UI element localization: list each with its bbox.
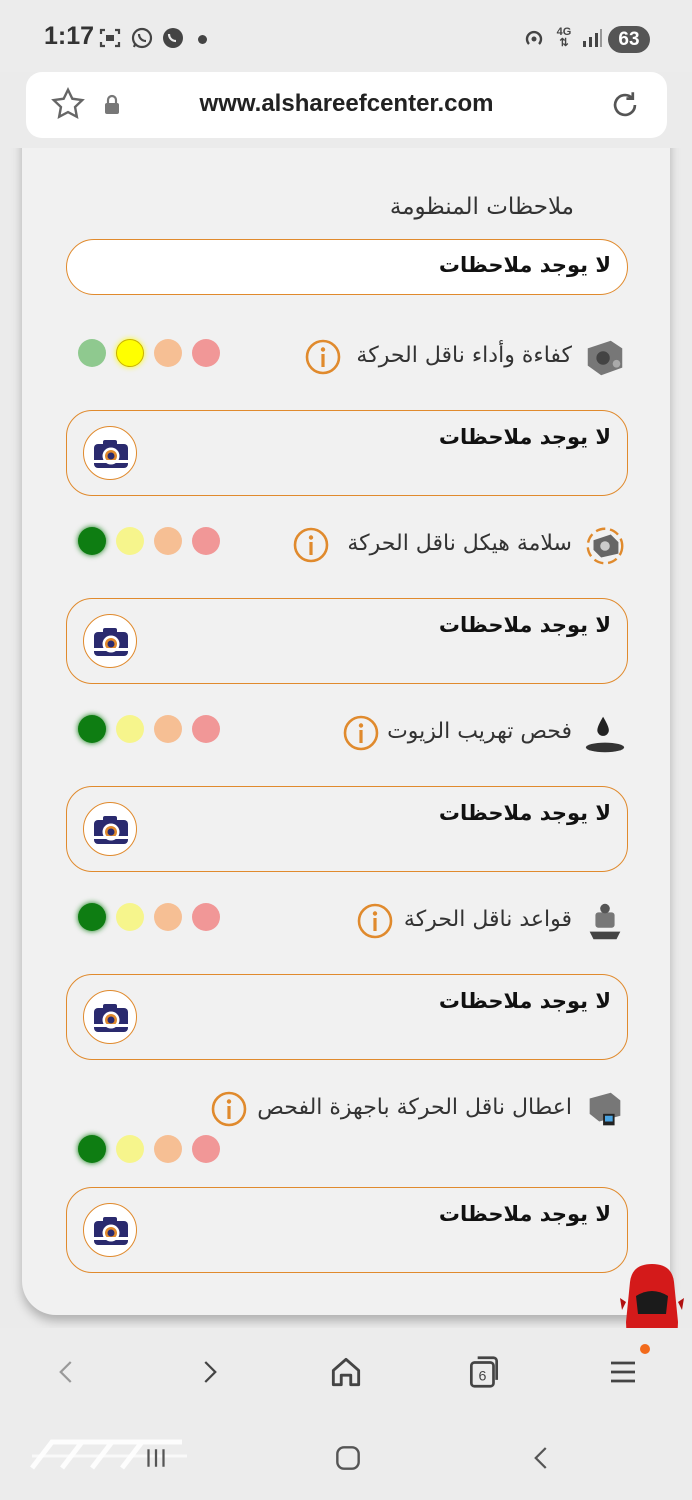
camera-icon[interactable]: [83, 426, 137, 480]
item-notes-field[interactable]: لا يوجد ملاحظات: [66, 974, 628, 1060]
item-notes-value: لا يوجد ملاحظات: [438, 613, 611, 637]
rating-light-yellow[interactable]: [116, 339, 144, 367]
inspection-item-row: كفاءة وأداء ناقل الحركة: [22, 335, 670, 385]
rating-lights: [78, 903, 228, 933]
rating-light-red[interactable]: [192, 903, 220, 931]
signal-icon: [580, 26, 604, 50]
info-circle-icon[interactable]: [304, 338, 342, 376]
screenshot-icon: [98, 26, 122, 50]
rating-light-yellow[interactable]: [116, 1135, 144, 1163]
info-circle-icon[interactable]: [342, 714, 380, 752]
inspection-item-label: سلامة هيكل ناقل الحركة: [347, 531, 572, 556]
network-type: 4G ⇅: [556, 26, 572, 49]
inspection-item-label: قواعد ناقل الحركة: [403, 907, 572, 932]
item-notes-value: لا يوجد ملاحظات: [438, 801, 611, 825]
menu-button[interactable]: [598, 1348, 648, 1396]
info-circle-icon[interactable]: [210, 1090, 248, 1128]
status-time: 1:17: [44, 22, 95, 50]
whatsapp-icon: [130, 26, 154, 50]
system-navigation-bar: [0, 1416, 692, 1500]
item-notes-field[interactable]: لا يوجد ملاحظات: [66, 598, 628, 684]
transmission-part-icon: [582, 899, 628, 945]
transmission-part-icon: [582, 523, 628, 569]
system-notes-title: ملاحظات المنظومة: [389, 194, 574, 220]
red-car-icon[interactable]: [620, 1262, 684, 1328]
system-notes-value: لا يوجد ملاحظات: [438, 253, 611, 277]
rating-light-red[interactable]: [192, 339, 220, 367]
menu-notification-dot: [640, 1344, 650, 1354]
rating-light-red[interactable]: [192, 527, 220, 555]
rating-light-green[interactable]: [78, 715, 106, 743]
forward-button[interactable]: [184, 1348, 234, 1396]
rating-lights: [78, 527, 228, 557]
back-button[interactable]: [42, 1348, 92, 1396]
rating-light-green[interactable]: [78, 903, 106, 931]
inspection-item-row: فحص تهريب الزيوت: [22, 711, 670, 761]
camera-icon[interactable]: [83, 802, 137, 856]
inspection-item-label: اعطال ناقل الحركة باجهزة الفحص: [257, 1095, 572, 1120]
item-notes-field[interactable]: لا يوجد ملاحظات: [66, 1187, 628, 1273]
inspection-item-label: كفاءة وأداء ناقل الحركة: [356, 343, 572, 368]
address-bar[interactable]: www.alshareefcenter.com: [26, 72, 667, 138]
rating-lights: [78, 1135, 228, 1165]
rating-light-red[interactable]: [192, 1135, 220, 1163]
rating-light-orange[interactable]: [154, 715, 182, 743]
item-notes-value: لا يوجد ملاحظات: [438, 425, 611, 449]
rating-light-yellow[interactable]: [116, 715, 144, 743]
svg-text:6: 6: [478, 1369, 486, 1385]
web-page: ملاحظات المنظومة لا يوجد ملاحظات كفاءة و…: [0, 148, 692, 1328]
transmission-part-icon: [582, 711, 628, 757]
notification-dot: [198, 35, 207, 44]
inspection-item-row: اعطال ناقل الحركة باجهزة الفحص: [22, 1087, 670, 1163]
status-bar: 1:17 4G ⇅ 63: [0, 0, 692, 72]
rating-light-green[interactable]: [78, 339, 106, 367]
rating-light-orange[interactable]: [154, 527, 182, 555]
inspection-item-row: سلامة هيكل ناقل الحركة: [22, 523, 670, 573]
transmission-part-icon: [582, 1087, 628, 1133]
recent-apps-button[interactable]: [136, 1438, 176, 1478]
viber-icon: [161, 26, 185, 50]
tabs-button[interactable]: 6: [459, 1348, 509, 1396]
info-circle-icon[interactable]: [356, 902, 394, 940]
camera-icon[interactable]: [83, 990, 137, 1044]
rating-lights: [78, 715, 228, 745]
inspection-item-label: فحص تهريب الزيوت: [387, 719, 572, 744]
rating-light-yellow[interactable]: [116, 903, 144, 931]
inspection-card: ملاحظات المنظومة لا يوجد ملاحظات كفاءة و…: [22, 148, 684, 1328]
battery-indicator: 63: [608, 26, 650, 53]
item-notes-field[interactable]: لا يوجد ملاحظات: [66, 786, 628, 872]
item-notes-value: لا يوجد ملاحظات: [438, 989, 611, 1013]
info-circle-icon[interactable]: [292, 526, 330, 564]
browser-bottom-nav: 6: [0, 1328, 692, 1416]
rating-lights: [78, 339, 228, 369]
system-notes-field[interactable]: لا يوجد ملاحظات: [66, 239, 628, 295]
rating-light-orange[interactable]: [154, 1135, 182, 1163]
inspection-item-row: قواعد ناقل الحركة: [22, 899, 670, 949]
transmission-part-icon: [582, 335, 628, 381]
item-notes-field[interactable]: لا يوجد ملاحظات: [66, 410, 628, 496]
rating-light-yellow[interactable]: [116, 527, 144, 555]
rating-light-orange[interactable]: [154, 339, 182, 367]
reload-icon[interactable]: [608, 88, 642, 126]
system-home-button[interactable]: [328, 1438, 368, 1478]
hotspot-icon: [522, 26, 546, 50]
url-text[interactable]: www.alshareefcenter.com: [26, 90, 667, 118]
camera-icon[interactable]: [83, 1203, 137, 1257]
rating-light-red[interactable]: [192, 715, 220, 743]
system-back-button[interactable]: [522, 1438, 562, 1478]
home-button[interactable]: [321, 1348, 371, 1396]
camera-icon[interactable]: [83, 614, 137, 668]
rating-light-green[interactable]: [78, 1135, 106, 1163]
item-notes-value: لا يوجد ملاحظات: [438, 1202, 611, 1226]
rating-light-orange[interactable]: [154, 903, 182, 931]
rating-light-green[interactable]: [78, 527, 106, 555]
